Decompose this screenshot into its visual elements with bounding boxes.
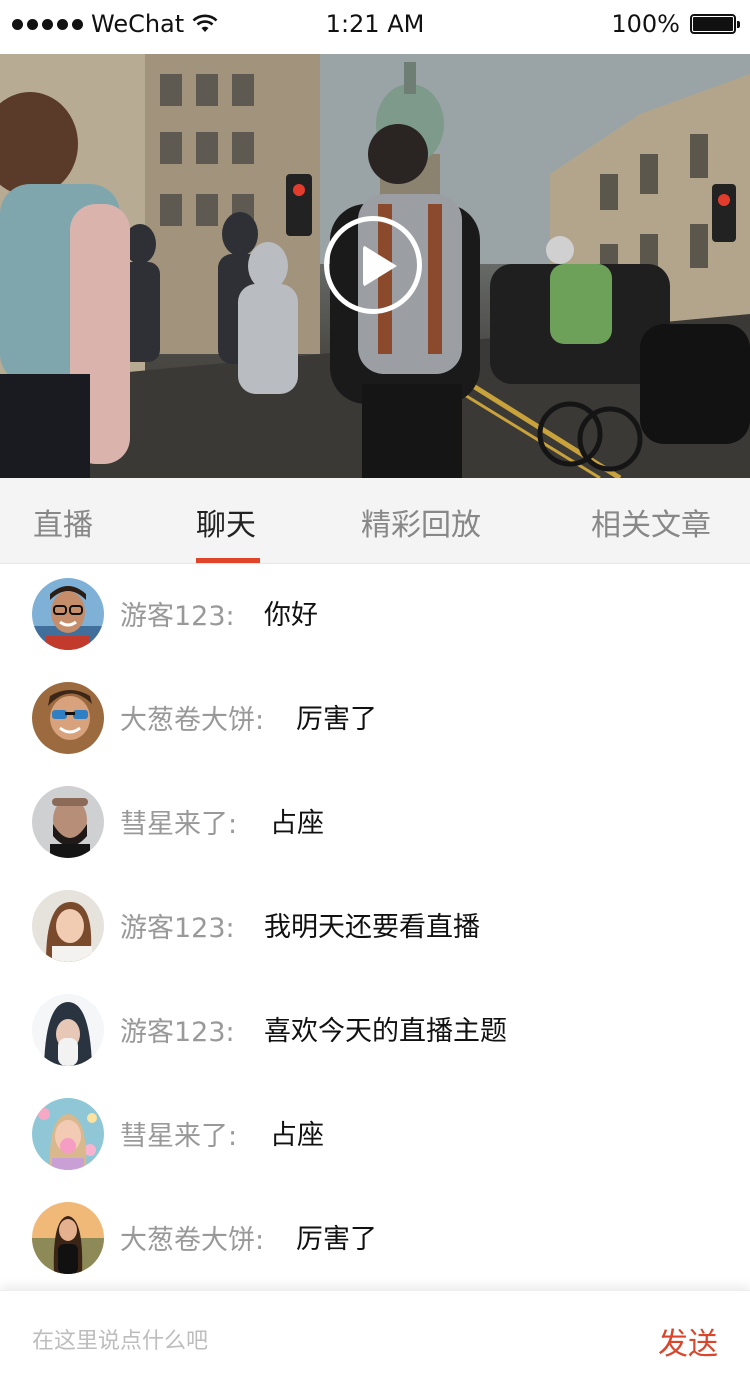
- chat-username: 彗星来了:: [120, 809, 238, 840]
- chat-username: 游客123:: [120, 913, 235, 944]
- chat-text: 厉害了: [296, 704, 377, 735]
- tab-articles[interactable]: 相关文章: [591, 500, 711, 544]
- chat-text: 厉害了: [296, 1224, 377, 1255]
- chat-username: 游客123:: [120, 1017, 235, 1048]
- battery-percent: 100%: [611, 10, 680, 38]
- avatar[interactable]: [32, 890, 104, 962]
- avatar[interactable]: [32, 1202, 104, 1274]
- chat-input-bar: 发送: [0, 1290, 750, 1390]
- battery-icon: [690, 14, 740, 34]
- active-tab-indicator: [196, 558, 260, 563]
- live-chat-page: WeChat 1:21 AM 100% 直播 聊天 精彩回放 相关文章 游客12…: [0, 0, 750, 1390]
- status-bar: WeChat 1:21 AM 100%: [0, 0, 750, 54]
- chat-text: 你好: [264, 600, 318, 631]
- tab-chat[interactable]: 聊天: [196, 500, 256, 544]
- avatar[interactable]: [32, 682, 104, 754]
- video-player[interactable]: [0, 54, 750, 478]
- chat-text: 我明天还要看直播: [264, 912, 480, 943]
- status-right: 100%: [611, 10, 740, 38]
- tab-replay[interactable]: 精彩回放: [361, 500, 481, 544]
- chat-input[interactable]: [32, 1321, 592, 1361]
- chat-text: 占座: [270, 1120, 324, 1151]
- chat-message: 彗星来了: 占座: [0, 1084, 750, 1188]
- chat-username: 大葱卷大饼:: [120, 705, 265, 736]
- chat-message: 大葱卷大饼: 厉害了: [0, 1188, 750, 1292]
- avatar[interactable]: [32, 1098, 104, 1170]
- chat-text: 喜欢今天的直播主题: [264, 1016, 507, 1047]
- tab-live[interactable]: 直播: [33, 500, 93, 544]
- avatar[interactable]: [32, 786, 104, 858]
- chat-username: 彗星来了:: [120, 1121, 238, 1152]
- chat-username: 游客123:: [120, 601, 235, 632]
- tab-bar: 直播 聊天 精彩回放 相关文章: [0, 478, 750, 564]
- chat-text: 占座: [270, 808, 324, 839]
- avatar[interactable]: [32, 578, 104, 650]
- avatar[interactable]: [32, 994, 104, 1066]
- play-button[interactable]: [324, 216, 422, 314]
- chat-message: 大葱卷大饼: 厉害了: [0, 668, 750, 772]
- chat-message: 游客123: 喜欢今天的直播主题: [0, 980, 750, 1084]
- chat-username: 大葱卷大饼:: [120, 1225, 265, 1256]
- send-button[interactable]: 发送: [658, 1319, 718, 1363]
- play-icon: [363, 245, 397, 287]
- chat-message: 彗星来了: 占座: [0, 772, 750, 876]
- chat-message: 游客123: 我明天还要看直播: [0, 876, 750, 980]
- chat-message: 游客123: 你好: [0, 564, 750, 668]
